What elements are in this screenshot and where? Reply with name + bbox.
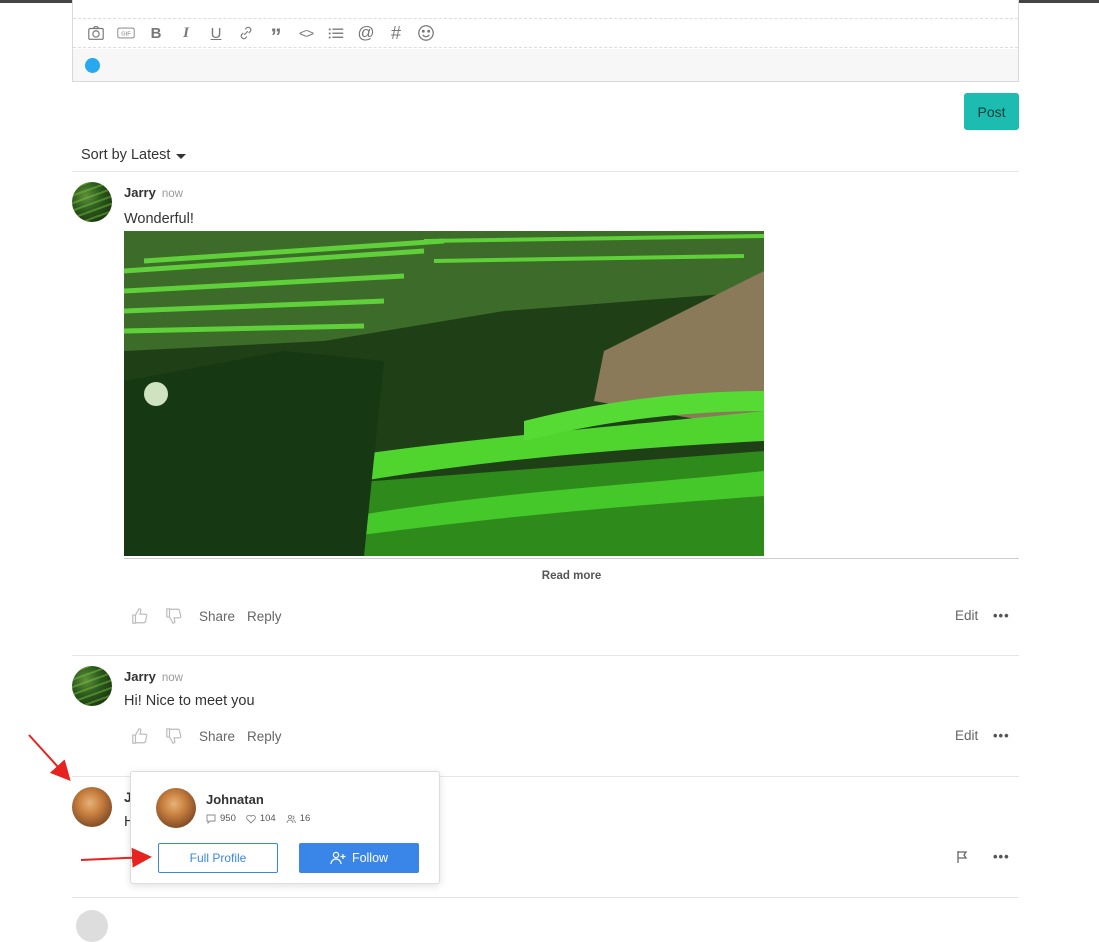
composer-toolbar: GIF B I U ” <> @ # (73, 19, 1018, 48)
comment-composer[interactable]: GIF B I U ” <> @ # (72, 0, 1019, 82)
comment-author[interactable]: Jarry now (124, 669, 183, 684)
avatar[interactable] (156, 788, 196, 828)
composer-input-area[interactable] (73, 0, 1018, 19)
add-user-icon (330, 851, 346, 865)
profile-stats: 950 104 16 (206, 813, 316, 824)
user-status-dot (85, 58, 100, 73)
italic-icon[interactable]: I (177, 24, 195, 42)
annotation-arrow (28, 734, 71, 781)
reply-button[interactable]: Reply (247, 729, 282, 744)
flag-icon[interactable] (956, 850, 970, 864)
sort-dropdown[interactable]: Sort by Latest (81, 147, 187, 163)
users-icon (286, 814, 296, 824)
comment-count: 950 (220, 813, 236, 824)
comment-time: now (161, 188, 183, 200)
post-button[interactable]: Post (964, 93, 1019, 130)
svg-text:GIF: GIF (121, 31, 131, 37)
follower-count: 16 (299, 813, 311, 824)
follow-label: Follow (351, 851, 389, 865)
thumbs-down-icon[interactable] (165, 607, 183, 625)
chevron-down-icon (176, 154, 187, 159)
comment-icon (206, 814, 216, 824)
edit-button[interactable]: Edit (955, 608, 978, 623)
divider (72, 171, 1019, 172)
avatar[interactable] (72, 182, 112, 222)
read-more-link[interactable]: Read more (124, 570, 1019, 582)
link-icon[interactable] (237, 24, 255, 42)
share-button[interactable]: Share (199, 609, 235, 624)
bold-icon[interactable]: B (147, 24, 165, 42)
profile-name[interactable]: Johnatan (206, 792, 264, 807)
divider (72, 655, 1019, 656)
more-options-icon[interactable]: ••• (993, 728, 1010, 743)
emoji-icon[interactable] (417, 24, 435, 42)
underline-icon[interactable]: U (207, 24, 225, 42)
comment-author[interactable]: Jarry now (124, 185, 183, 200)
avatar[interactable] (72, 787, 112, 827)
avatar[interactable] (72, 666, 112, 706)
more-options-icon[interactable]: ••• (993, 849, 1010, 864)
hashtag-icon[interactable]: # (387, 23, 405, 43)
like-count: 104 (259, 813, 276, 824)
comment-actions: Share Reply (131, 727, 294, 745)
follow-button[interactable]: Follow (299, 843, 419, 873)
camera-icon[interactable] (87, 24, 105, 42)
divider (124, 558, 1019, 559)
edit-button[interactable]: Edit (955, 728, 978, 743)
comment-image (124, 231, 764, 556)
quote-icon[interactable]: ” (267, 20, 285, 48)
mention-icon[interactable]: @ (357, 23, 375, 42)
thumbs-up-icon[interactable] (131, 727, 149, 745)
heart-icon (246, 814, 256, 824)
divider (72, 897, 1019, 898)
author-name[interactable]: Jarry (124, 669, 156, 684)
gif-icon[interactable]: GIF (117, 24, 135, 42)
composer-footer (73, 49, 1018, 81)
share-button[interactable]: Share (199, 729, 235, 744)
sort-label: Sort by Latest (81, 147, 171, 163)
thumbs-down-icon[interactable] (165, 727, 183, 745)
comment-actions: Share Reply (131, 607, 294, 625)
avatar[interactable] (76, 910, 108, 942)
thumbs-up-icon[interactable] (131, 607, 149, 625)
code-icon[interactable]: <> (297, 24, 315, 42)
comment-text: Hi! Nice to meet you (124, 693, 255, 709)
reply-button[interactable]: Reply (247, 609, 282, 624)
author-name[interactable]: Jarry (124, 185, 156, 200)
comment-text: Wonderful! (124, 211, 194, 227)
comment-time: now (161, 672, 183, 684)
list-icon[interactable] (327, 24, 345, 42)
full-profile-button[interactable]: Full Profile (158, 843, 278, 873)
profile-popover: Johnatan 950 104 16 Full Profile Follow (130, 771, 440, 884)
more-options-icon[interactable]: ••• (993, 608, 1010, 623)
